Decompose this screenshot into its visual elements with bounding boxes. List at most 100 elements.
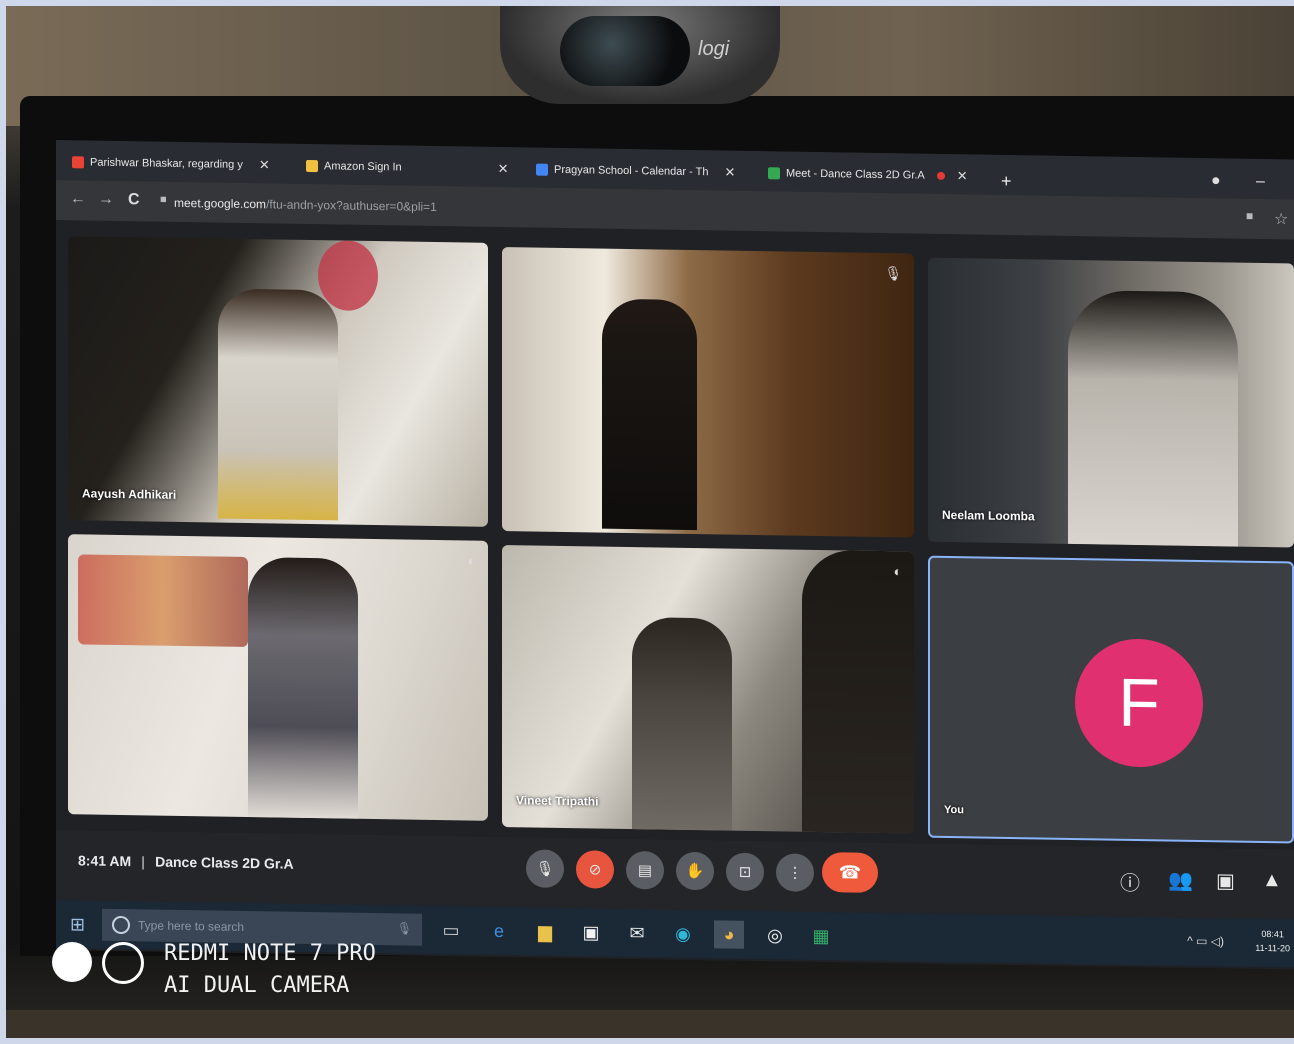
mic-off-icon: 🎙 <box>884 265 902 282</box>
watermark-dot-ring <box>102 942 144 984</box>
close-icon[interactable]: ✕ <box>498 161 509 177</box>
person-figure <box>218 288 338 521</box>
webcam: logi <box>500 6 780 104</box>
avatar: F <box>1075 638 1203 769</box>
hand-icon: ✋ <box>685 862 705 881</box>
clock-date: 11-11-20 <box>1255 942 1290 954</box>
amazon-icon <box>306 159 318 173</box>
tab-label: Pragyan School - Calendar - Th <box>554 163 709 179</box>
taskbar-clock[interactable]: 08:41 11-11-20 <box>1255 927 1290 956</box>
close-icon[interactable]: ✕ <box>957 168 968 184</box>
tab-label: Meet - Dance Class 2D Gr.A <box>786 167 925 182</box>
excel-icon[interactable]: ▦ <box>806 922 836 950</box>
forward-icon[interactable]: → <box>98 191 114 209</box>
tab-gmail[interactable]: Parishwar Bhaskar, regarding y ✕ <box>72 150 270 177</box>
present-icon: ⊡ <box>738 863 752 881</box>
mic-off-icon: ◐ <box>467 552 476 569</box>
desk-surface <box>0 1010 1294 1044</box>
close-icon[interactable]: ✕ <box>259 157 270 173</box>
watermark-line-1: REDMI NOTE 7 PRO <box>164 941 376 966</box>
participant-name: Neelam Loomba <box>942 507 1035 524</box>
toy-shelf <box>78 554 248 648</box>
raise-hand-button[interactable]: ✋ <box>676 851 714 891</box>
info-icon[interactable]: ⓘ <box>1120 867 1140 896</box>
microphone-button[interactable]: 🎙 <box>526 849 564 888</box>
monitor-screen: Parishwar Bhaskar, regarding y ✕ Amazon … <box>56 140 1294 970</box>
webcam-brand: logi <box>698 38 730 60</box>
mic-off-icon: ◐ <box>893 563 902 580</box>
person-figure <box>802 549 914 834</box>
system-tray-icons[interactable]: ^ ▭ ◁) <box>1187 934 1224 949</box>
present-button[interactable]: ⊡ <box>726 852 764 892</box>
participant-name: Aayush Adhikari <box>82 486 177 502</box>
person-figure <box>248 557 358 819</box>
person-figure <box>632 617 732 831</box>
chrome-alt-icon[interactable]: ◎ <box>760 921 790 949</box>
reload-icon[interactable]: C <box>128 191 140 209</box>
bookmark-star-icon[interactable]: ☆ <box>1274 209 1288 229</box>
captions-icon: ▤ <box>637 862 653 880</box>
profile-icon[interactable]: ● <box>1211 172 1221 190</box>
self-view-tile[interactable]: F You <box>928 555 1294 844</box>
lock-icon: ■ <box>160 193 167 206</box>
close-icon[interactable]: ✕ <box>725 165 736 181</box>
activities-icon[interactable]: ▲ <box>1262 869 1282 892</box>
captions-button[interactable]: ▤ <box>626 850 664 890</box>
tab-label: Parishwar Bhaskar, regarding y <box>90 156 243 171</box>
participant-tile[interactable]: Aayush Adhikari ◐ <box>68 236 488 527</box>
camera-off-icon: ⊘ <box>588 861 602 879</box>
more-vert-icon: ⋮ <box>787 864 803 882</box>
microphone-icon: 🎙 <box>535 860 555 878</box>
meeting-title: Dance Class 2D Gr.A <box>155 853 294 872</box>
camera-watermark-text: REDMI NOTE 7 PRO AI DUAL CAMERA <box>164 938 376 1002</box>
meeting-info: 8:41 AM | Dance Class 2D Gr.A <box>78 852 294 871</box>
participant-tile[interactable]: 🎙 <box>502 247 914 538</box>
webcam-lens <box>560 16 690 86</box>
chrome-icon[interactable]: ◕ <box>714 920 744 949</box>
camera-button[interactable]: ⊘ <box>576 850 614 889</box>
meeting-time: 8:41 AM <box>78 852 132 870</box>
participant-name: You <box>944 803 964 817</box>
edge-icon[interactable]: ◉ <box>668 920 698 948</box>
clock-time: 08:41 <box>1261 928 1284 940</box>
watermark-dot-filled <box>52 942 92 982</box>
people-icon[interactable]: 👥 <box>1168 867 1193 892</box>
participant-tile[interactable]: ◐ <box>68 534 488 821</box>
decoration <box>318 240 378 312</box>
gmail-icon <box>72 156 84 169</box>
chat-icon[interactable]: ▣ <box>1216 868 1235 893</box>
phone-hangup-icon: ☎ <box>838 861 862 883</box>
task-view-icon[interactable]: ▭ <box>436 916 466 944</box>
person-figure <box>1068 289 1238 547</box>
end-call-button[interactable]: ☎ <box>822 852 878 893</box>
mail-icon[interactable]: ✉ <box>622 919 652 947</box>
edge-legacy-icon[interactable]: e <box>484 917 514 945</box>
windows-start-icon[interactable]: ⊞ <box>70 914 85 935</box>
tab-amazon[interactable]: Amazon Sign In ✕ <box>306 154 509 181</box>
url-host: meet.google.com <box>174 195 267 212</box>
separator: | <box>141 853 146 870</box>
participant-tile[interactable]: Neelam Loomba <box>928 257 1294 548</box>
camera-permission-icon[interactable]: ■ <box>1246 209 1253 223</box>
tab-meet[interactable]: Meet - Dance Class 2D Gr.A ✕ <box>768 161 968 188</box>
person-figure <box>602 298 697 531</box>
participant-name: Vineet Tripathi <box>516 793 599 809</box>
more-options-button[interactable]: ⋮ <box>776 853 814 892</box>
new-tab-icon[interactable]: + <box>1001 171 1012 192</box>
url-path: /ftu-andn-yox?authuser=0&pli=1 <box>266 197 437 214</box>
meet-icon <box>768 167 780 180</box>
tab-label: Amazon Sign In <box>324 160 402 174</box>
search-placeholder: Type here to search <box>138 918 245 934</box>
recording-indicator-icon <box>936 171 945 180</box>
participant-tile[interactable]: Vineet Tripathi ◐ <box>502 545 914 834</box>
store-icon[interactable]: ▣ <box>576 918 606 946</box>
tab-calendar[interactable]: Pragyan School - Calendar - Th ✕ <box>536 158 735 185</box>
cortana-icon <box>112 915 130 935</box>
minimize-icon[interactable]: – <box>1256 173 1265 191</box>
calendar-icon <box>536 163 548 176</box>
back-icon[interactable]: ← <box>70 190 86 208</box>
file-explorer-icon[interactable]: ▆ <box>530 917 560 945</box>
watermark-line-2: AI DUAL CAMERA <box>164 973 350 998</box>
microphone-icon: 🎙 <box>396 921 412 936</box>
mic-off-icon: ◐ <box>467 254 476 271</box>
